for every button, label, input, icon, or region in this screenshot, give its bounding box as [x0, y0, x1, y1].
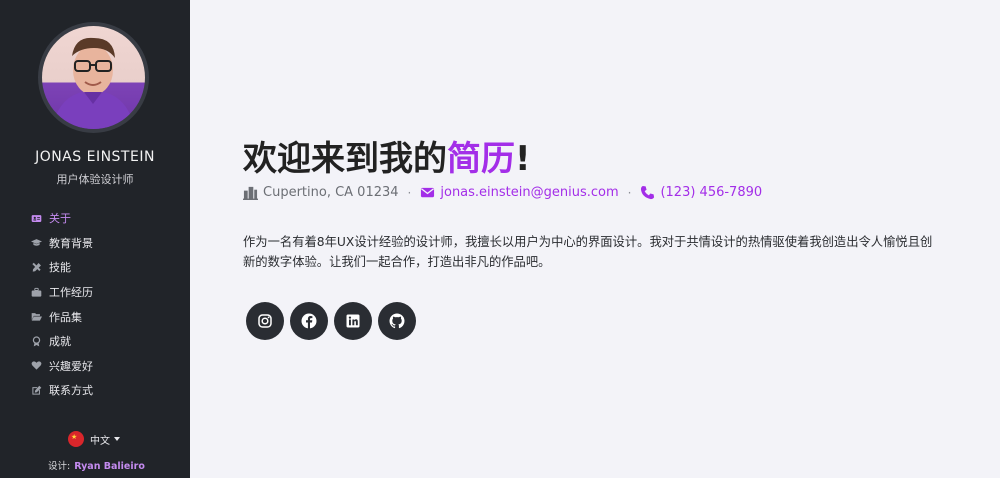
sidebar-item-experience[interactable]: 工作经历	[30, 280, 93, 305]
separator: ·	[407, 185, 412, 200]
award-icon	[30, 335, 42, 347]
email-text: jonas.einstein@genius.com	[440, 185, 619, 200]
location: Cupertino, CA 01234	[243, 185, 399, 200]
sidebar-item-label: 技能	[49, 261, 71, 275]
sidebar-item-skills[interactable]: 技能	[30, 255, 93, 280]
linkedin-icon	[346, 314, 360, 328]
phone-text: (123) 456-7890	[660, 185, 763, 200]
title-prefix: 欢迎来到我的	[243, 139, 447, 179]
graduation-cap-icon	[30, 237, 42, 249]
language-selector[interactable]: ★ 中文	[68, 431, 120, 447]
sidebar-item-about[interactable]: 关于	[30, 206, 93, 231]
bio-paragraph: 作为一名有着8年UX设计经验的设计师，我擅长以用户为中心的界面设计。我对于共情设…	[243, 235, 933, 269]
sidebar-item-label: 教育背景	[49, 236, 93, 250]
city-icon	[243, 186, 258, 200]
briefcase-icon	[30, 286, 42, 298]
title-suffix: !	[515, 139, 531, 179]
linkedin-button[interactable]	[334, 302, 372, 340]
facebook-button[interactable]	[290, 302, 328, 340]
credit-author-link[interactable]: Ryan Balieiro	[74, 461, 145, 472]
email-link[interactable]: jonas.einstein@genius.com	[420, 185, 619, 200]
sidebar-item-label: 成就	[49, 335, 71, 349]
separator: ·	[627, 185, 632, 200]
edit-icon	[30, 384, 42, 396]
sidebar-item-achievements[interactable]: 成就	[30, 329, 93, 354]
profile-name: JONAS EINSTEIN	[35, 149, 155, 165]
contact-info: Cupertino, CA 01234 · jonas.einstein@gen…	[243, 185, 762, 200]
china-flag-icon: ★	[68, 431, 84, 447]
github-button[interactable]	[378, 302, 416, 340]
github-icon	[389, 313, 405, 329]
tools-icon	[30, 261, 42, 273]
sidebar-item-interests[interactable]: 兴趣爱好	[30, 354, 93, 379]
avatar-photo	[42, 26, 145, 129]
envelope-icon	[421, 187, 435, 198]
sidebar-item-label: 联系方式	[49, 384, 93, 398]
title-highlight: 简历	[447, 139, 515, 179]
sidebar-nav: 关于 教育背景 技能 工作经历 作品集 成就 兴趣爱好 联系方式	[30, 206, 93, 403]
sidebar-item-portfolio[interactable]: 作品集	[30, 304, 93, 329]
avatar	[38, 22, 149, 133]
sidebar-item-label: 作品集	[49, 310, 82, 324]
caret-down-icon	[114, 437, 120, 441]
heart-icon	[30, 360, 42, 372]
language-label: 中文	[90, 435, 110, 447]
id-card-icon	[30, 212, 42, 224]
credit-prefix: 设计:	[48, 461, 71, 472]
sidebar-item-label: 工作经历	[49, 286, 93, 300]
sidebar-item-label: 关于	[49, 212, 71, 226]
sidebar: JONAS EINSTEIN 用户体验设计师 关于 教育背景 技能 工作经历 作…	[0, 0, 190, 478]
main-content: 欢迎来到我的简历! Cupertino, CA 01234 · jonas.ei…	[190, 0, 1000, 478]
instagram-icon	[258, 314, 272, 328]
sidebar-item-contact[interactable]: 联系方式	[30, 378, 93, 403]
credit: 设计: Ryan Balieiro	[48, 458, 145, 472]
phone-link[interactable]: (123) 456-7890	[640, 185, 762, 200]
social-links	[246, 302, 422, 340]
location-text: Cupertino, CA 01234	[263, 185, 399, 200]
folder-open-icon	[30, 311, 42, 323]
sidebar-item-label: 兴趣爱好	[49, 359, 93, 373]
sidebar-item-education[interactable]: 教育背景	[30, 231, 93, 256]
page-title: 欢迎来到我的简历!	[243, 131, 531, 180]
profile-role: 用户体验设计师	[56, 173, 134, 186]
instagram-button[interactable]	[246, 302, 284, 340]
phone-icon	[641, 185, 655, 200]
facebook-icon	[301, 313, 317, 329]
